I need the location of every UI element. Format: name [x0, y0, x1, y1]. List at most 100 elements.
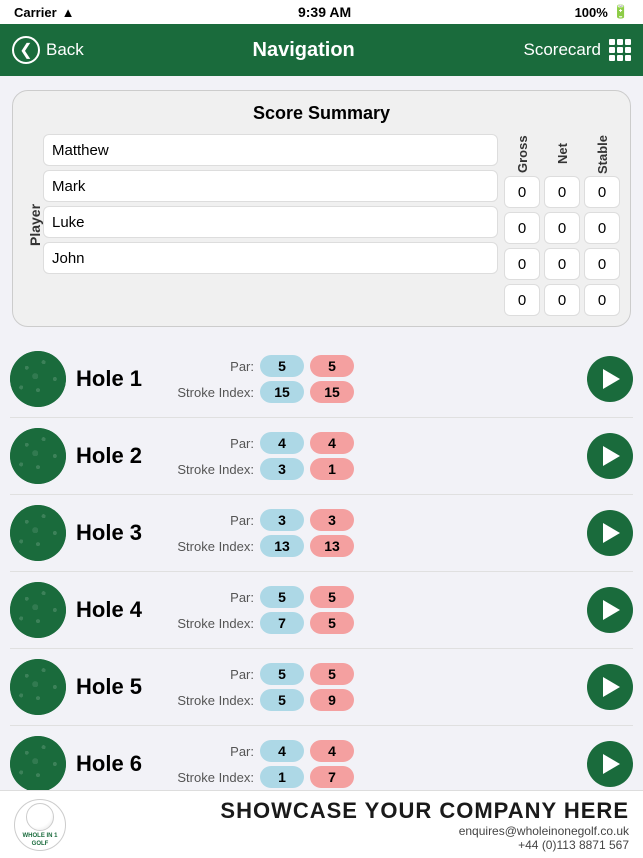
- player-input-john[interactable]: [43, 242, 498, 274]
- hole-row-5: Hole 5 Par: 5 5 Stroke Index: 5 9: [10, 649, 633, 726]
- par-blue-1: 5: [260, 355, 304, 377]
- stable-cells: 0 0 0 0: [584, 176, 620, 316]
- score-summary: Score Summary Player Gross 0 0 0 0 Net: [12, 90, 631, 327]
- stable-matthew: 0: [584, 176, 620, 208]
- scores-wrapper: Gross 0 0 0 0 Net 0 0 0 0: [504, 134, 620, 316]
- hole-stats-5: Par: 5 5 Stroke Index: 5 9: [176, 663, 577, 711]
- play-button-4[interactable]: [587, 587, 633, 633]
- play-button-3[interactable]: [587, 510, 633, 556]
- par-blue-4: 5: [260, 586, 304, 608]
- player-input-luke[interactable]: [43, 206, 498, 238]
- golf-ball-pattern-2: [10, 428, 66, 484]
- par-row-4: Par: 5 5: [176, 586, 577, 608]
- stable-luke: 0: [584, 248, 620, 280]
- battery-text: 100%: [575, 5, 608, 20]
- footer-text-block: SHOWCASE YOUR COMPANY HERE enquires@whol…: [66, 798, 629, 852]
- par-label-5: Par:: [176, 667, 254, 682]
- golf-ball-pattern-4: [10, 582, 66, 638]
- golf-ball-icon-5: [10, 659, 66, 715]
- si-label-2: Stroke Index:: [176, 462, 254, 477]
- status-bar: Carrier ▲ 9:39 AM 100% 🔋: [0, 0, 643, 24]
- status-left: Carrier ▲: [14, 5, 75, 20]
- hole-stats-6: Par: 4 4 Stroke Index: 1 7: [176, 740, 577, 788]
- player-column-label: Player: [23, 134, 43, 316]
- si-pink-3: 13: [310, 535, 354, 557]
- par-pink-5: 5: [310, 663, 354, 685]
- si-row-4: Stroke Index: 7 5: [176, 612, 577, 634]
- golf-ball-icon-4: [10, 582, 66, 638]
- hole-name-2: Hole 2: [76, 443, 166, 469]
- status-right: 100% 🔋: [575, 4, 629, 20]
- si-blue-4: 7: [260, 612, 304, 634]
- par-blue-5: 5: [260, 663, 304, 685]
- footer-email: enquires@wholeinonegolf.co.uk: [66, 824, 629, 838]
- golf-ball-logo: [26, 803, 54, 831]
- golf-ball-icon-3: [10, 505, 66, 561]
- footer-logo: WHOLE IN 1GOLF: [14, 799, 66, 851]
- net-column: Net 0 0 0 0: [544, 134, 580, 316]
- par-pink-6: 4: [310, 740, 354, 762]
- play-button-5[interactable]: [587, 664, 633, 710]
- back-button[interactable]: ❮ Back: [12, 36, 84, 64]
- hole-name-3: Hole 3: [76, 520, 166, 546]
- net-mark: 0: [544, 212, 580, 244]
- si-label-1: Stroke Index:: [176, 385, 254, 400]
- scorecard-button[interactable]: Scorecard: [524, 39, 631, 61]
- player-input-matthew[interactable]: [43, 134, 498, 166]
- gross-matthew: 0: [504, 176, 540, 208]
- hole-stats-3: Par: 3 3 Stroke Index: 13 13: [176, 509, 577, 557]
- hole-stats-1: Par: 5 5 Stroke Index: 15 15: [176, 355, 577, 403]
- golf-ball-pattern-6: [10, 736, 66, 792]
- hole-name-1: Hole 1: [76, 366, 166, 392]
- si-label-5: Stroke Index:: [176, 693, 254, 708]
- footer: WHOLE IN 1GOLF SHOWCASE YOUR COMPANY HER…: [0, 790, 643, 858]
- play-button-6[interactable]: [587, 741, 633, 787]
- par-pink-2: 4: [310, 432, 354, 454]
- si-pink-6: 7: [310, 766, 354, 788]
- par-blue-6: 4: [260, 740, 304, 762]
- wifi-icon: ▲: [62, 5, 75, 20]
- play-triangle-icon-6: [603, 754, 620, 774]
- play-triangle-icon-5: [603, 677, 620, 697]
- back-chevron-icon: ❮: [12, 36, 40, 64]
- net-cells: 0 0 0 0: [544, 176, 580, 316]
- si-label-6: Stroke Index:: [176, 770, 254, 785]
- nav-title: Navigation: [253, 39, 355, 62]
- player-input-mark[interactable]: [43, 170, 498, 202]
- hole-row-3: Hole 3 Par: 3 3 Stroke Index: 13 13: [10, 495, 633, 572]
- si-pink-1: 15: [310, 381, 354, 403]
- stable-column: Stable 0 0 0 0: [584, 134, 620, 316]
- grid-icon: [609, 39, 631, 61]
- golf-ball-icon-6: [10, 736, 66, 792]
- gross-luke: 0: [504, 248, 540, 280]
- si-row-2: Stroke Index: 3 1: [176, 458, 577, 480]
- si-row-3: Stroke Index: 13 13: [176, 535, 577, 557]
- si-row-6: Stroke Index: 1 7: [176, 766, 577, 788]
- si-pink-4: 5: [310, 612, 354, 634]
- si-blue-3: 13: [260, 535, 304, 557]
- par-label-6: Par:: [176, 744, 254, 759]
- par-pink-1: 5: [310, 355, 354, 377]
- hole-stats-2: Par: 4 4 Stroke Index: 3 1: [176, 432, 577, 480]
- hole-row-4: Hole 4 Par: 5 5 Stroke Index: 7 5: [10, 572, 633, 649]
- battery-icon: 🔋: [613, 4, 629, 20]
- par-blue-3: 3: [260, 509, 304, 531]
- si-blue-6: 1: [260, 766, 304, 788]
- si-pink-2: 1: [310, 458, 354, 480]
- gross-mark: 0: [504, 212, 540, 244]
- scorecard-label: Scorecard: [524, 40, 601, 60]
- status-time: 9:39 AM: [298, 4, 351, 20]
- back-label: Back: [46, 40, 84, 60]
- players-column: [43, 134, 498, 316]
- play-button-1[interactable]: [587, 356, 633, 402]
- stable-john: 0: [584, 284, 620, 316]
- si-pink-5: 9: [310, 689, 354, 711]
- par-label-1: Par:: [176, 359, 254, 374]
- par-row-5: Par: 5 5: [176, 663, 577, 685]
- play-button-2[interactable]: [587, 433, 633, 479]
- hole-name-4: Hole 4: [76, 597, 166, 623]
- play-triangle-icon-4: [603, 600, 620, 620]
- nav-bar: ❮ Back Navigation Scorecard: [0, 24, 643, 76]
- hole-row-1: Hole 1 Par: 5 5 Stroke Index: 15 15: [10, 341, 633, 418]
- stable-mark: 0: [584, 212, 620, 244]
